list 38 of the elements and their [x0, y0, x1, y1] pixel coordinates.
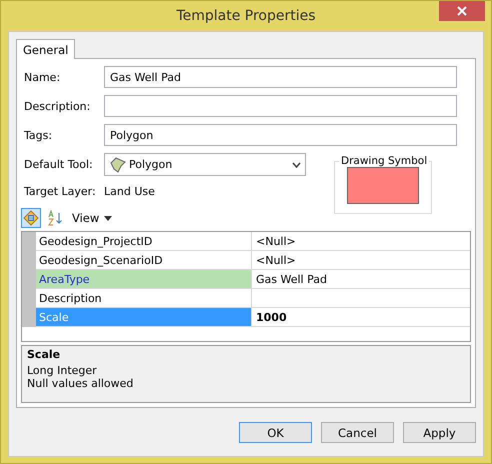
chevron-icon [292, 162, 301, 168]
text-field[interactable]: Gas Well Pad [104, 66, 457, 88]
view-menu-button[interactable]: View [69, 211, 116, 225]
sort-az-button[interactable] [45, 208, 65, 228]
property-info: Null values allowed [27, 377, 134, 390]
dialog-button[interactable]: Cancel [321, 422, 394, 443]
target-layer-value: Land Use [104, 185, 155, 198]
window-title: Template Properties [176, 8, 316, 24]
property-value[interactable]: Gas Well Pad [256, 272, 327, 286]
property-value[interactable]: <Null> [256, 254, 296, 266]
tool-dropdown[interactable]: Polygon [104, 153, 306, 176]
property-name[interactable]: AreaType [36, 270, 252, 288]
caret-icon [104, 216, 112, 220]
text-field[interactable]: Polygon [104, 124, 457, 146]
field-label: Name: [24, 70, 62, 84]
text-field[interactable] [104, 95, 457, 117]
property-info: Long Integer [27, 364, 98, 377]
tab[interactable]: General [16, 39, 76, 59]
property-name[interactable]: Geodesign_ProjectID [36, 232, 252, 250]
property-name[interactable]: Description [36, 289, 252, 307]
field-label: Description: [24, 100, 92, 112]
dialog-button[interactable]: Apply [403, 422, 476, 443]
dialog-button[interactable]: OK [239, 422, 312, 443]
property-name[interactable]: Geodesign_ScenarioID [36, 251, 252, 269]
close-button[interactable] [439, 1, 485, 21]
property-title: Scale [27, 348, 62, 361]
group-label: Drawing Symbol [340, 155, 428, 167]
property-value[interactable]: <Null> [256, 234, 296, 248]
field-label: Tags: [24, 128, 54, 142]
close-icon [457, 6, 467, 16]
field-label: Default Tool: [24, 158, 94, 171]
field-value: Gas Well Pad [110, 70, 181, 84]
symbol-swatch[interactable] [347, 167, 419, 204]
polygon-icon [109, 156, 127, 172]
categorized-button[interactable] [21, 208, 41, 228]
field-label: Target Layer: [24, 185, 97, 198]
field-value: Polygon [110, 128, 154, 142]
property-value[interactable]: 1000 [256, 310, 287, 324]
